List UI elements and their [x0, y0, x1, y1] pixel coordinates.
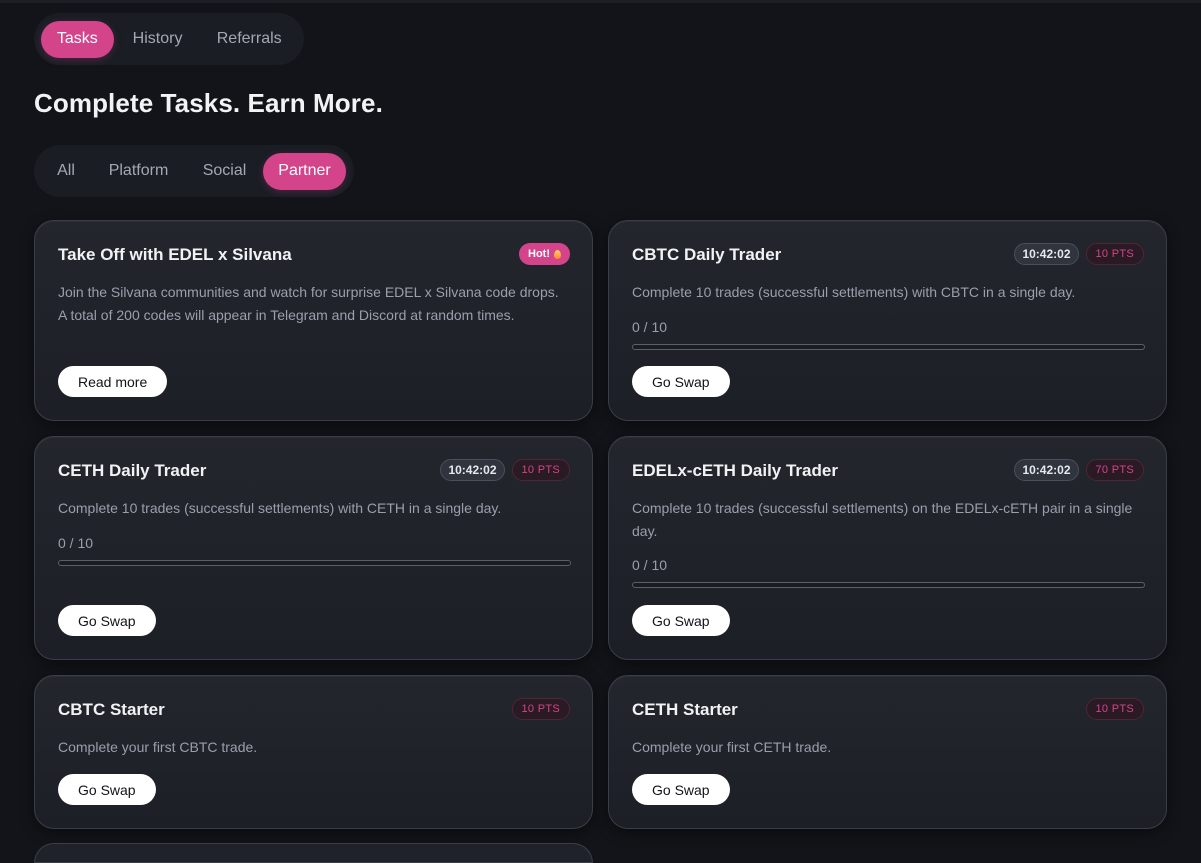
task-title: CETH Daily Trader [58, 461, 207, 480]
filter-partner[interactable]: Partner [263, 152, 346, 190]
task-description: Complete 10 trades (successful settlemen… [632, 500, 1133, 539]
task-title: CBTC Daily Trader [632, 245, 782, 264]
progress-bar [632, 344, 1145, 350]
go-swap-button[interactable]: Go Swap [632, 774, 730, 805]
task-card-ceth-starter: CETH Starter 10 PTS Complete your first … [608, 675, 1167, 829]
points-badge: 10 PTS [1085, 243, 1144, 265]
fire-icon [554, 249, 561, 259]
task-title: Take Off with EDEL x Silvana [58, 245, 292, 264]
task-badges: 10 PTS [1085, 698, 1144, 720]
progress-bar [632, 582, 1145, 588]
task-title: CETH Starter [632, 700, 738, 719]
filter-platform[interactable]: Platform [91, 153, 186, 190]
progress-bar [58, 560, 571, 566]
task-badges: 10 PTS [511, 698, 570, 720]
main-tab-bar: Tasks History Referrals [34, 13, 304, 65]
tab-tasks[interactable]: Tasks [41, 20, 114, 58]
tab-history[interactable]: History [114, 21, 202, 58]
hot-label: Hot! [528, 248, 550, 260]
filter-social[interactable]: Social [186, 153, 263, 190]
task-description: Complete your first CETH trade. [632, 739, 832, 755]
timer-badge: 10:42:02 [1014, 243, 1079, 265]
top-border [0, 0, 1201, 3]
task-badges: Hot! [519, 243, 570, 265]
read-more-button[interactable]: Read more [58, 366, 168, 397]
tab-referrals[interactable]: Referrals [201, 21, 297, 58]
filter-all[interactable]: All [41, 153, 91, 190]
task-title: CBTC Starter [58, 700, 165, 719]
progress-text: 0 / 10 [632, 557, 668, 573]
progress-text: 0 / 10 [632, 319, 668, 335]
task-card-next [34, 843, 593, 863]
points-badge: 10 PTS [511, 459, 570, 481]
task-card-cbtc-daily: CBTC Daily Trader 10:42:02 10 PTS Comple… [608, 220, 1167, 421]
task-description: Join the Silvana communities and watch f… [58, 284, 559, 323]
task-card-edelx-ceth-daily: EDELx-cETH Daily Trader 10:42:02 70 PTS … [608, 436, 1167, 660]
timer-badge: 10:42:02 [1014, 459, 1079, 481]
task-title: EDELx-cETH Daily Trader [632, 461, 838, 480]
go-swap-button[interactable]: Go Swap [632, 605, 730, 636]
page-title: Complete Tasks. Earn More. [34, 88, 383, 118]
filter-tab-bar: All Platform Social Partner [34, 145, 354, 197]
timer-badge: 10:42:02 [440, 459, 505, 481]
task-card-edel-silvana: Take Off with EDEL x Silvana Hot! Join t… [34, 220, 593, 421]
task-badges: 10:42:02 10 PTS [440, 459, 570, 481]
go-swap-button[interactable]: Go Swap [58, 774, 156, 805]
task-badges: 10:42:02 10 PTS [1014, 243, 1144, 265]
task-badges: 10:42:02 70 PTS [1014, 459, 1144, 481]
task-description: Complete your first CBTC trade. [58, 739, 258, 755]
progress-text: 0 / 10 [58, 535, 94, 551]
task-description: Complete 10 trades (successful settlemen… [632, 284, 1076, 300]
hot-badge: Hot! [519, 243, 570, 265]
points-badge: 10 PTS [511, 698, 570, 720]
points-badge: 70 PTS [1085, 459, 1144, 481]
go-swap-button[interactable]: Go Swap [58, 605, 156, 636]
task-card-ceth-daily: CETH Daily Trader 10:42:02 10 PTS Comple… [34, 436, 593, 660]
task-description: Complete 10 trades (successful settlemen… [58, 500, 502, 516]
go-swap-button[interactable]: Go Swap [632, 366, 730, 397]
task-card-cbtc-starter: CBTC Starter 10 PTS Complete your first … [34, 675, 593, 829]
points-badge: 10 PTS [1085, 698, 1144, 720]
